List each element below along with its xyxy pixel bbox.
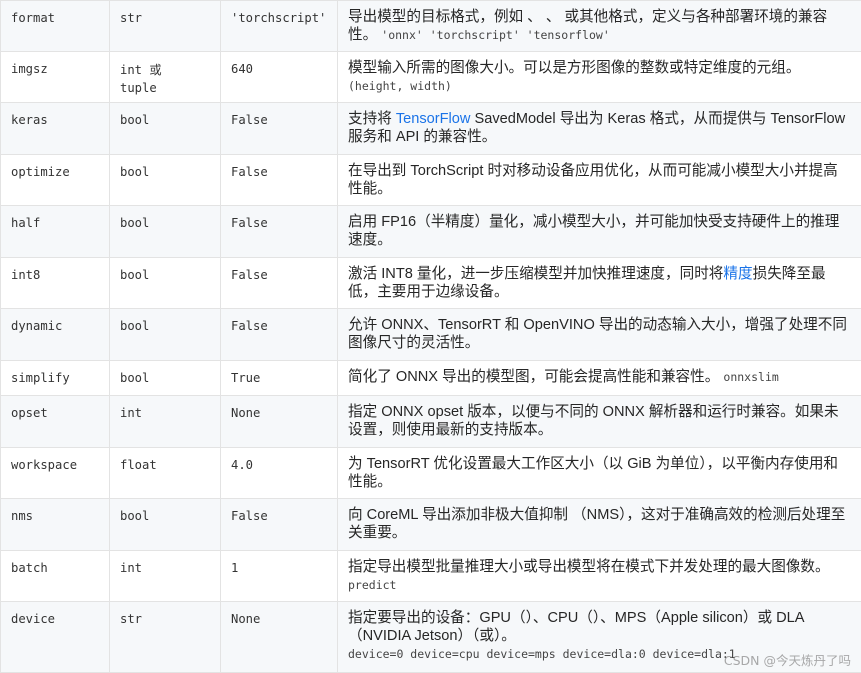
arg-description: 向 CoreML 导出添加非极大值抑制 （NMS），这对于准确高效的检测后处理至… xyxy=(348,507,845,541)
arg-default: False xyxy=(231,113,268,127)
arg-default: 4.0 xyxy=(231,458,253,472)
arg-type: float xyxy=(120,458,157,472)
csdn-watermark: CSDN @今天炼丹了吗 xyxy=(724,650,851,669)
table-row: workspace float 4.0 为 TensorRT 优化设置最大工作区… xyxy=(1,448,861,499)
table-row: imgsz int 或 tuple 640 模型输入所需的图像大小。可以是方形图… xyxy=(1,52,861,103)
arg-description: 在导出到 TorchScript 时对移动设备应用优化，从而可能减小模型大小并提… xyxy=(348,163,838,197)
arg-description: 指定 ONNX opset 版本，以便与不同的 ONNX 解析器和运行时兼容。如… xyxy=(348,404,839,438)
arg-type: bool xyxy=(120,371,149,385)
arg-description: 为 TensorRT 优化设置最大工作区大小（以 GiB 为单位），以平衡内存使… xyxy=(348,456,838,490)
arg-default: False xyxy=(231,319,268,333)
arg-type: bool xyxy=(120,319,149,333)
arg-default: False xyxy=(231,165,268,179)
table-row: simplify bool True 简化了 ONNX 导出的模型图，可能会提高… xyxy=(1,361,861,396)
arg-name: dynamic xyxy=(11,319,62,333)
arg-name: keras xyxy=(11,113,48,127)
arg-description-pre: 激活 INT8 量化，进一步压缩模型并加快推理速度，同时将 xyxy=(348,266,723,282)
export-arguments-table: format str 'torchscript' 导出模型的目标格式，例如 、 … xyxy=(0,0,861,673)
arg-default: False xyxy=(231,268,268,282)
arg-type: bool xyxy=(120,216,149,230)
arg-name: opset xyxy=(11,406,48,420)
inline-code: device=0 device=cpu device=mps device=dl… xyxy=(348,647,736,661)
arg-default: None xyxy=(231,406,260,420)
arg-type: str xyxy=(120,11,142,25)
arg-name: half xyxy=(11,216,40,230)
arg-name: workspace xyxy=(11,458,77,472)
arg-description-pre: 支持将 xyxy=(348,111,396,127)
arg-name: imgsz xyxy=(11,62,48,76)
arg-description: 简化了 ONNX 导出的模型图，可能会提高性能和兼容性。 xyxy=(348,369,719,385)
arg-type: bool xyxy=(120,509,149,523)
table-row: int8 bool False 激活 INT8 量化，进一步压缩模型并加快推理速… xyxy=(1,258,861,309)
arg-type: int 或 tuple xyxy=(120,63,162,95)
arg-default: False xyxy=(231,509,268,523)
precision-link[interactable]: 精度 xyxy=(723,266,752,282)
tensorflow-link[interactable]: TensorFlow xyxy=(396,111,471,127)
arg-name: nms xyxy=(11,509,33,523)
inline-code: 'onnx' 'torchscript' 'tensorflow' xyxy=(381,28,609,42)
table-row: batch int 1 指定导出模型批量推理大小或导出模型将在模式下并发处理的最… xyxy=(1,551,861,602)
arg-type: int xyxy=(120,561,142,575)
arg-type: bool xyxy=(120,113,149,127)
table-row: keras bool False 支持将 TensorFlow SavedMod… xyxy=(1,103,861,155)
table-row: opset int None 指定 ONNX opset 版本，以便与不同的 O… xyxy=(1,396,861,448)
arg-name: simplify xyxy=(11,371,70,385)
arg-description: 启用 FP16（半精度）量化，减小模型大小，并可能加快受支持硬件上的推理速度。 xyxy=(348,214,839,248)
arg-type: str xyxy=(120,612,142,626)
arg-name: optimize xyxy=(11,165,70,179)
table-row: nms bool False 向 CoreML 导出添加非极大值抑制 （NMS）… xyxy=(1,499,861,551)
arg-default: True xyxy=(231,371,260,385)
arg-type: bool xyxy=(120,268,149,282)
inline-code: onnxslim xyxy=(723,370,778,384)
arg-default: False xyxy=(231,216,268,230)
arg-type: int xyxy=(120,406,142,420)
arg-name: batch xyxy=(11,561,48,575)
arg-name: format xyxy=(11,11,55,25)
arg-name: int8 xyxy=(11,268,40,282)
arg-description: 指定导出模型批量推理大小或导出模型将在模式下并发处理的最大图像数。 xyxy=(348,559,830,575)
table-row: half bool False 启用 FP16（半精度）量化，减小模型大小，并可… xyxy=(1,206,861,258)
table-row: format str 'torchscript' 导出模型的目标格式，例如 、 … xyxy=(1,1,861,52)
inline-code: (height, width) xyxy=(348,79,452,93)
arg-default: None xyxy=(231,612,260,626)
arg-default: 640 xyxy=(231,62,253,76)
arg-default: 'torchscript' xyxy=(231,11,326,25)
table-row: dynamic bool False 允许 ONNX、TensorRT 和 Op… xyxy=(1,309,861,361)
arg-description: 允许 ONNX、TensorRT 和 OpenVINO 导出的动态输入大小，增强… xyxy=(348,317,847,351)
inline-code: predict xyxy=(348,578,396,592)
arg-default: 1 xyxy=(231,561,238,575)
arg-name: device xyxy=(11,612,55,626)
arg-type: bool xyxy=(120,165,149,179)
table-row: optimize bool False 在导出到 TorchScript 时对移… xyxy=(1,155,861,206)
arg-description: 模型输入所需的图像大小。可以是方形图像的整数或特定维度的元组。 xyxy=(348,60,800,76)
arg-description: 指定要导出的设备：GPU（）、CPU（）、MPS（Apple silicon）或… xyxy=(348,610,805,644)
